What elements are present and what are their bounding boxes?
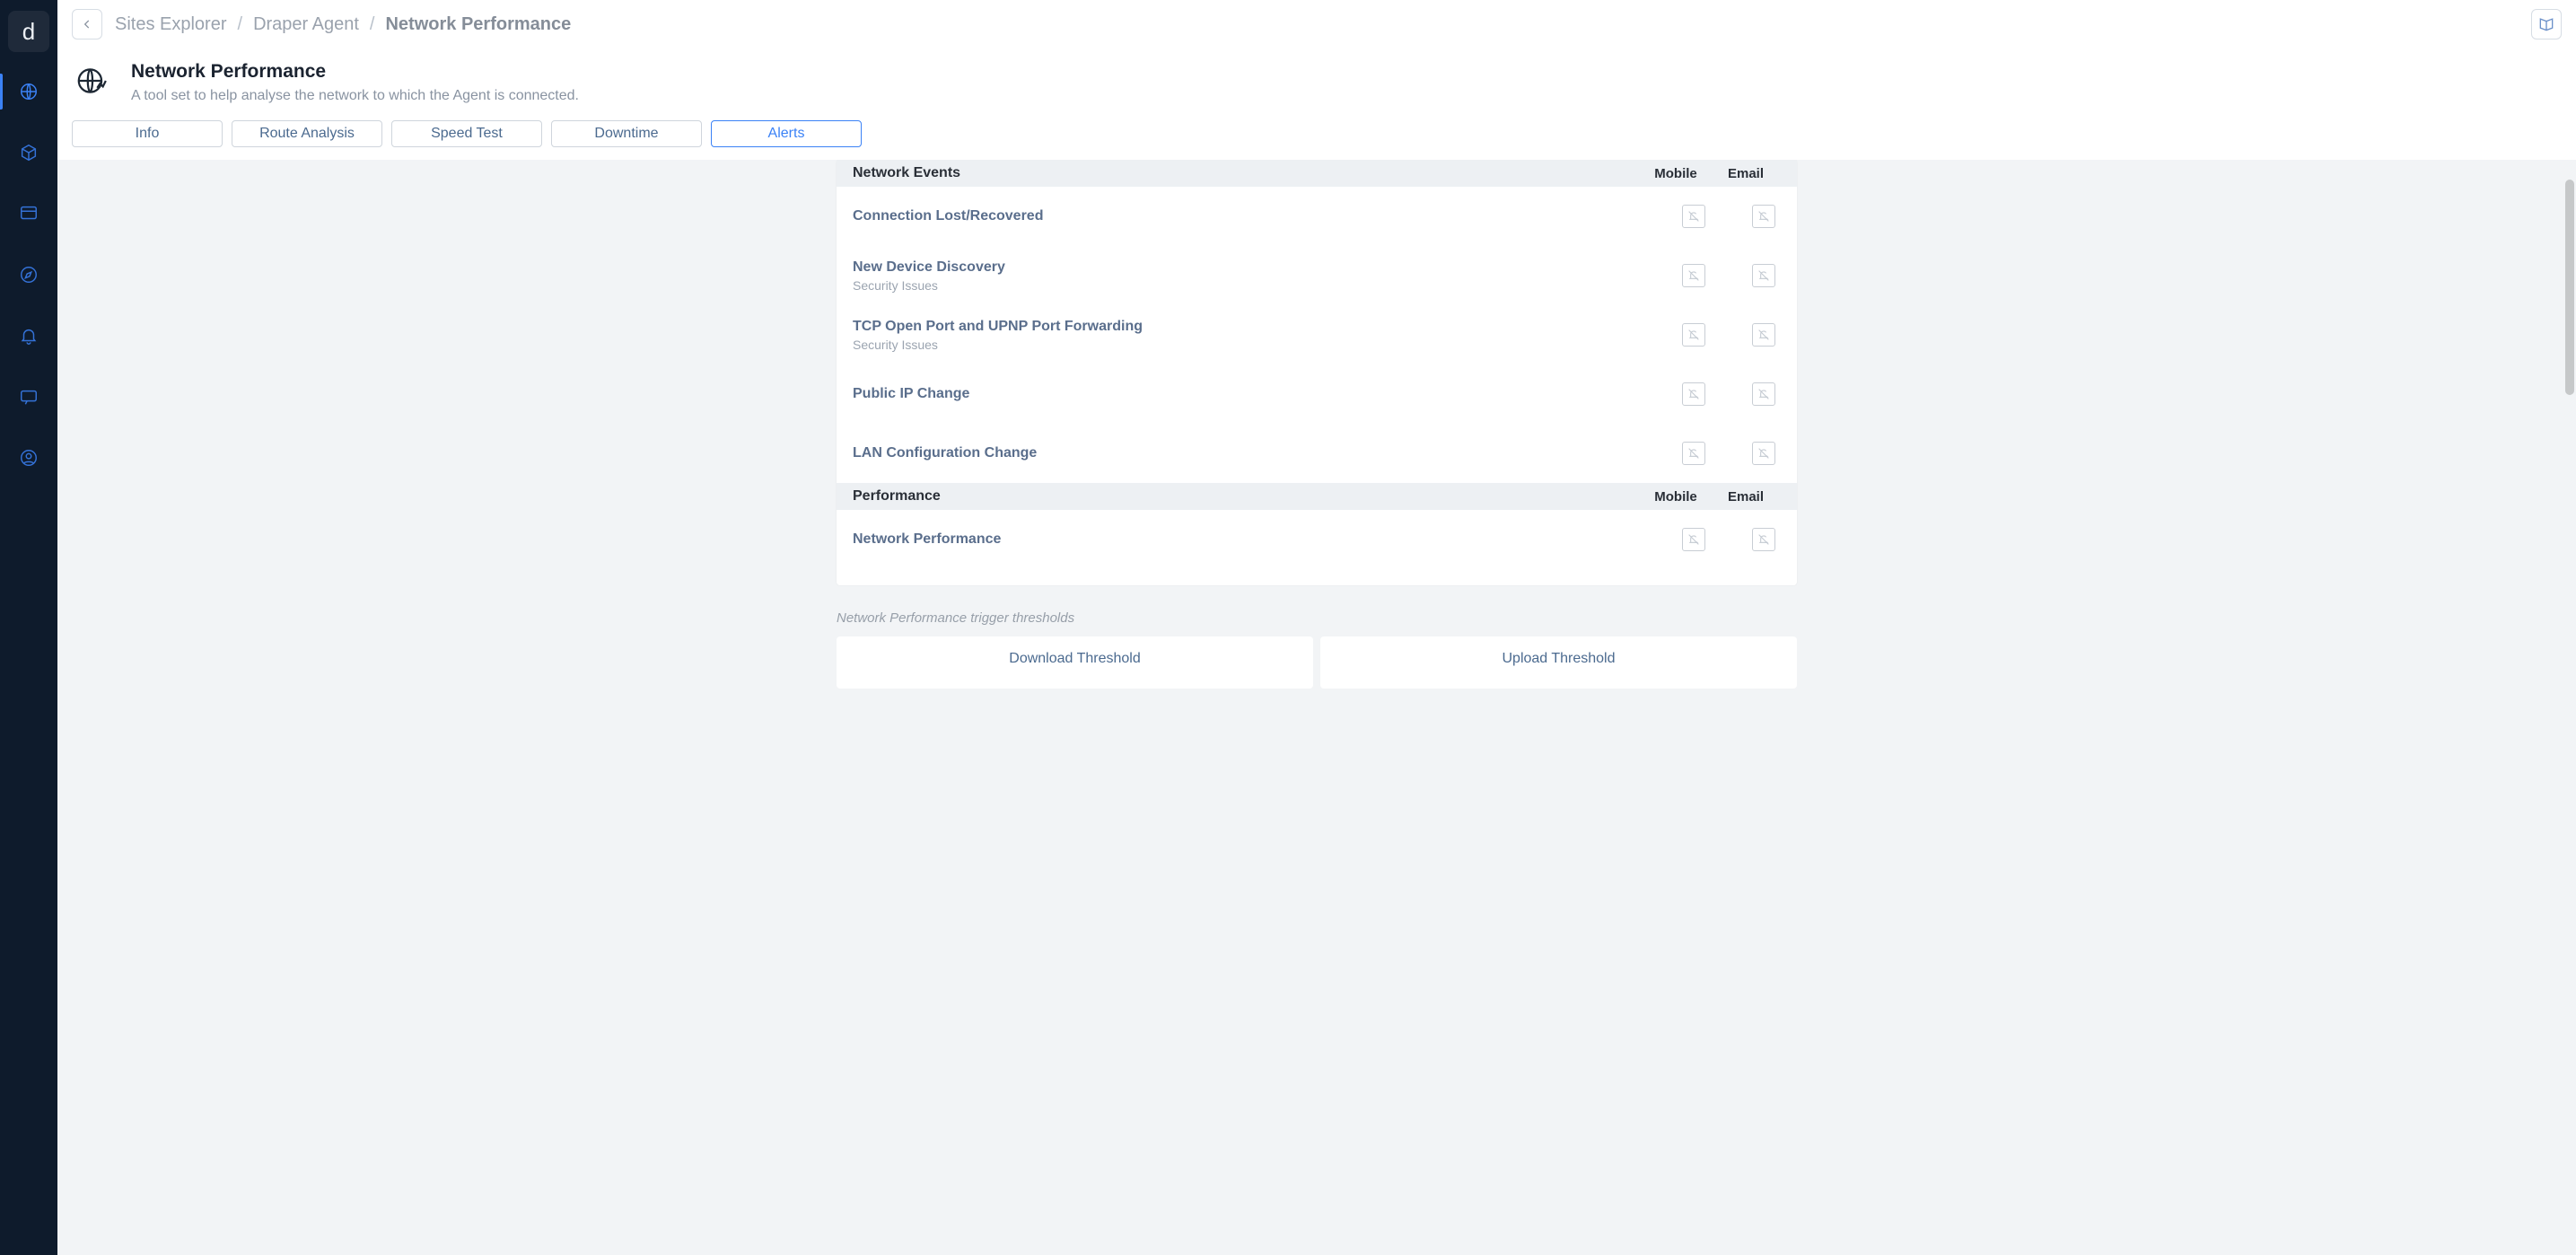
toggle-email[interactable] [1752,205,1775,228]
bell-off-icon [1687,387,1701,401]
globe-icon [19,82,39,101]
alert-title: Public IP Change [853,386,1682,402]
toggle-mobile[interactable] [1682,528,1705,551]
toggle-email[interactable] [1752,264,1775,287]
toggle-mobile[interactable] [1682,264,1705,287]
breadcrumb: Sites Explorer / Draper Agent / Network … [115,14,571,35]
upload-threshold-card[interactable]: Upload Threshold [1320,636,1797,689]
docs-button[interactable] [2531,9,2562,39]
bell-off-icon [1757,268,1771,283]
brand-logo-letter: d [22,18,35,46]
sidebar: d [0,0,57,1255]
bell-off-icon [1757,328,1771,342]
column-header-email: Email [1711,166,1781,181]
tab-info[interactable]: Info [72,120,223,147]
section-label: Network Events [853,165,960,181]
column-header-email: Email [1711,489,1781,505]
alert-row: Public IP Change [837,364,1797,424]
user-icon [19,448,39,468]
page-header-text: Network Performance A tool set to help a… [131,61,579,104]
sidebar-item-dashboard[interactable] [0,199,57,228]
book-icon [2537,15,2555,33]
alert-row: LAN Configuration Change [837,424,1797,483]
toggle-mobile[interactable] [1682,205,1705,228]
toggle-mobile[interactable] [1682,382,1705,406]
column-header-mobile: Mobile [1641,166,1711,181]
alert-title: Network Performance [853,531,1682,548]
toggle-email[interactable] [1752,323,1775,347]
sidebar-item-packages[interactable] [0,138,57,167]
breadcrumb-current: Network Performance [385,14,571,35]
breadcrumb-separator: / [370,14,375,35]
content-scroll[interactable]: Network Events Mobile Email Connection L… [57,160,2576,1255]
bell-off-icon [1757,446,1771,461]
bell-off-icon [1757,209,1771,224]
sidebar-item-messages[interactable] [0,382,57,411]
thresholds-caption: Network Performance trigger thresholds [837,610,1797,626]
section-header-network-events: Network Events Mobile Email [837,160,1797,187]
tabs: Info Route Analysis Speed Test Downtime … [57,120,2576,160]
card-title: Upload Threshold [1502,651,1615,666]
section-label: Performance [853,488,941,505]
sidebar-item-analysis[interactable] [0,260,57,289]
brand-logo[interactable]: d [8,11,49,52]
bell-off-icon [1687,328,1701,342]
bell-off-icon [1687,446,1701,461]
topbar-right [2531,9,2562,39]
download-threshold-card[interactable]: Download Threshold [837,636,1313,689]
page-subtitle: A tool set to help analyse the network t… [131,88,579,104]
alert-row: TCP Open Port and UPNP Port Forwarding S… [837,305,1797,364]
alerts-panel: Network Events Mobile Email Connection L… [837,160,1797,585]
bell-off-icon [1757,387,1771,401]
alert-row: Network Performance [837,510,1797,569]
alert-subtitle: Security Issues [853,278,1682,293]
alert-title: New Device Discovery [853,259,1682,276]
bell-icon [19,326,39,346]
box-icon [19,143,39,162]
scrollbar[interactable] [2565,180,2574,395]
page-title: Network Performance [131,61,579,83]
sidebar-item-profile[interactable] [0,443,57,472]
dashboard-icon [19,204,39,224]
toggle-email[interactable] [1752,442,1775,465]
sidebar-item-sites[interactable] [0,77,57,106]
alert-title: LAN Configuration Change [853,445,1682,461]
alert-title: Connection Lost/Recovered [853,208,1682,224]
alert-title: TCP Open Port and UPNP Port Forwarding [853,319,1682,335]
tab-alerts[interactable]: Alerts [711,120,862,147]
topbar: Sites Explorer / Draper Agent / Network … [57,0,2576,48]
tab-speed-test[interactable]: Speed Test [391,120,542,147]
alert-subtitle: Security Issues [853,338,1682,352]
column-header-mobile: Mobile [1641,489,1711,505]
bell-off-icon [1687,532,1701,547]
sidebar-item-alerts[interactable] [0,321,57,350]
tab-downtime[interactable]: Downtime [551,120,702,147]
breadcrumb-separator: / [238,14,243,35]
breadcrumb-link-sites[interactable]: Sites Explorer [115,14,227,35]
compass-icon [19,265,39,285]
card-title: Download Threshold [1009,651,1140,666]
sidebar-items [0,77,57,472]
alert-row: New Device Discovery Security Issues [837,246,1797,305]
section-header-performance: Performance Mobile Email [837,483,1797,510]
bell-off-icon [1757,532,1771,547]
toggle-mobile[interactable] [1682,323,1705,347]
toggle-email[interactable] [1752,528,1775,551]
toggle-mobile[interactable] [1682,442,1705,465]
thresholds-row: Download Threshold Upload Threshold [837,636,1797,689]
back-button[interactable] [72,9,102,39]
bell-off-icon [1687,209,1701,224]
message-icon [19,387,39,407]
alert-row: Connection Lost/Recovered [837,187,1797,246]
page-header: Network Performance A tool set to help a… [57,48,2576,120]
bell-off-icon [1687,268,1701,283]
page-header-icon [74,63,110,99]
main: Sites Explorer / Draper Agent / Network … [57,0,2576,1255]
tab-route-analysis[interactable]: Route Analysis [232,120,382,147]
toggle-email[interactable] [1752,382,1775,406]
breadcrumb-link-agent[interactable]: Draper Agent [253,14,359,35]
